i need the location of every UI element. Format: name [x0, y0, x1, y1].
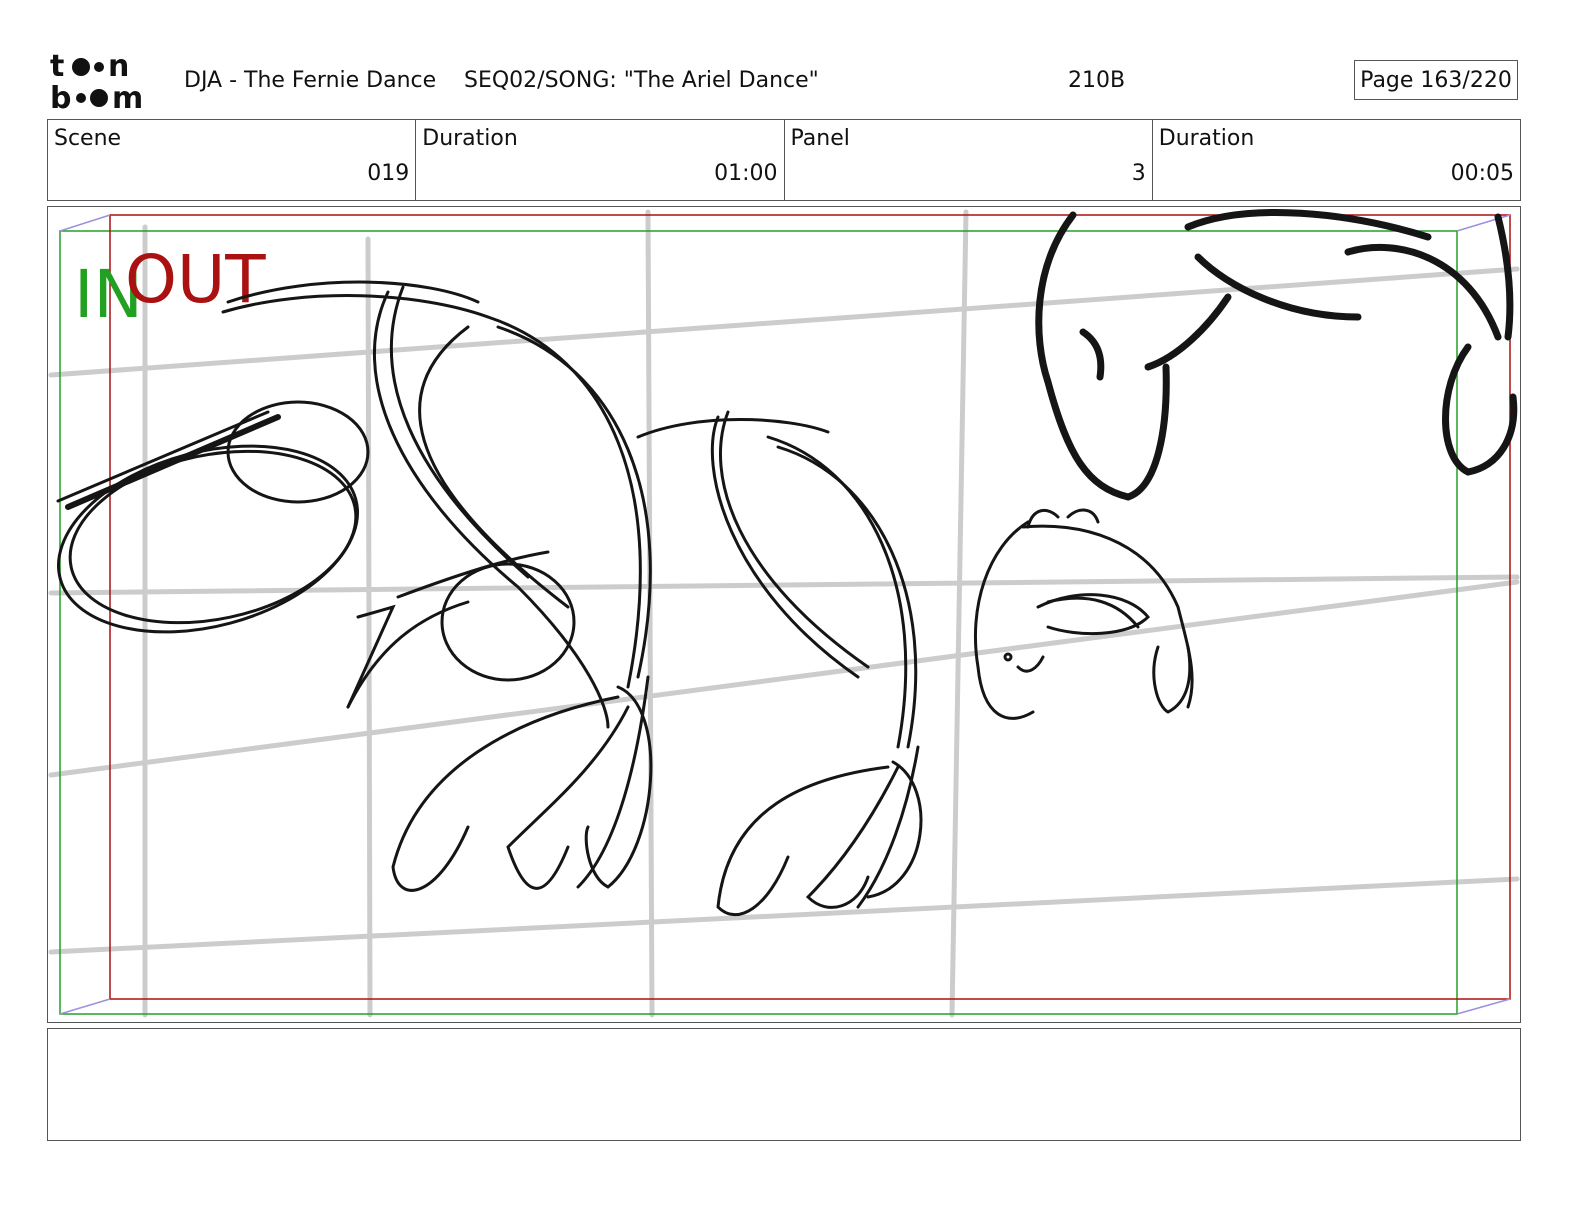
- storyboard-panel: IN OUT: [47, 206, 1521, 1023]
- shot-code: 210B: [1068, 68, 1126, 93]
- panel-cell: Panel 3: [785, 120, 1153, 200]
- scene-duration-value: 01:00: [714, 161, 778, 186]
- scene-value: 019: [367, 161, 410, 186]
- toon-boom-logo: t n b m: [50, 50, 143, 114]
- svg-text:t: t: [50, 50, 64, 84]
- svg-text:b: b: [50, 81, 71, 114]
- panel-duration-value: 00:05: [1450, 161, 1514, 186]
- scene-duration-label: Duration: [422, 126, 518, 151]
- scene-label: Scene: [54, 126, 122, 151]
- project-title: DJA - The Fernie Dance: [184, 68, 437, 93]
- page-indicator: Page 163/220: [1354, 60, 1518, 100]
- out-frame: [109, 214, 1511, 1000]
- info-bar: Scene 019 Duration 01:00 Panel 3 Duratio…: [47, 119, 1521, 201]
- large-fish-sketch: [56, 280, 923, 917]
- top-fish-sketch: [1035, 209, 1518, 501]
- panel-label: Panel: [790, 126, 850, 151]
- panel-drawing: IN OUT: [48, 209, 1520, 1018]
- scene-duration-cell: Duration 01:00: [416, 120, 785, 200]
- in-frame: [59, 230, 1458, 1015]
- panel-value: 3: [1131, 161, 1146, 186]
- scene-cell: Scene 019: [48, 120, 417, 200]
- small-fish-sketch: [974, 508, 1194, 720]
- svg-text:n: n: [108, 50, 129, 84]
- panel-duration-label: Duration: [1158, 126, 1255, 151]
- panel-duration-cell: Duration 00:05: [1153, 120, 1520, 200]
- notes-box[interactable]: [47, 1028, 1521, 1141]
- sequence-title: SEQ02/SONG: "The Ariel Dance": [464, 68, 819, 93]
- svg-text:m: m: [112, 81, 143, 114]
